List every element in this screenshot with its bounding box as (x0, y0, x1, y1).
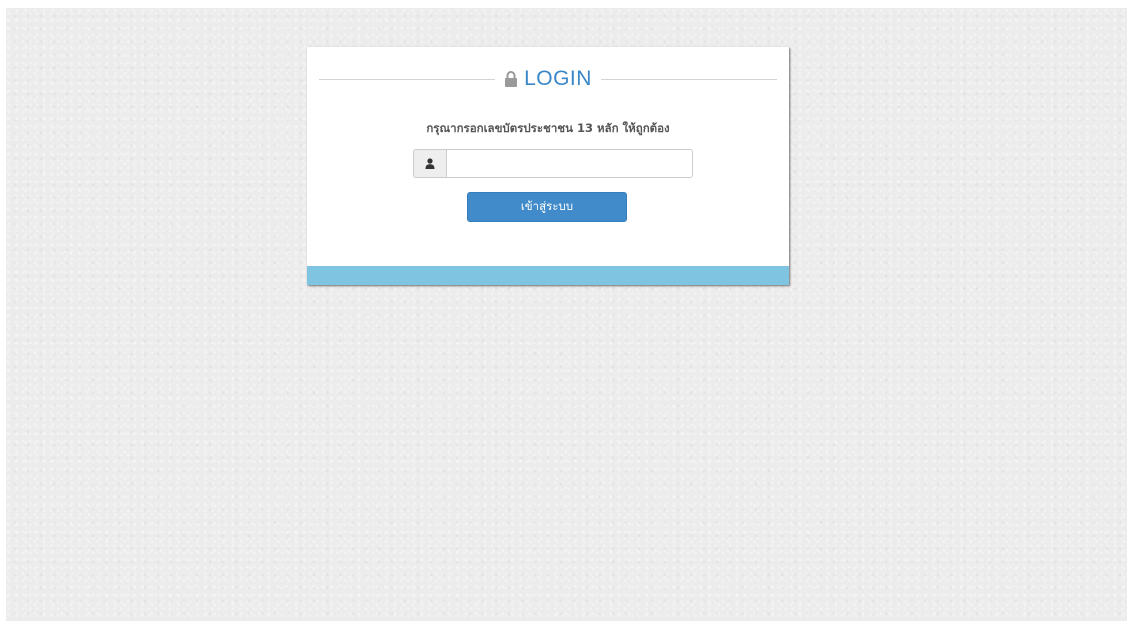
instruction-text: กรุณากรอกเลขบัตรประชาชน 13 หลัก ให้ถูกต้… (426, 121, 670, 135)
panel-footer-bar (307, 266, 789, 285)
header-divider-left (319, 78, 496, 80)
login-title: LOGIN (524, 67, 592, 90)
header-divider-right (600, 78, 778, 80)
login-button[interactable]: เข้าสู่ระบบ (467, 192, 627, 222)
lock-icon (504, 70, 518, 88)
id-input-group (413, 149, 693, 178)
login-panel: LOGIN กรุณากรอกเลขบัตรประชาชน 13 หลัก ให… (307, 47, 789, 285)
input-addon (413, 149, 446, 178)
login-header: LOGIN (319, 66, 778, 92)
login-title-group: LOGIN (495, 67, 601, 91)
citizen-id-input[interactable] (446, 149, 693, 178)
user-icon (425, 158, 435, 169)
